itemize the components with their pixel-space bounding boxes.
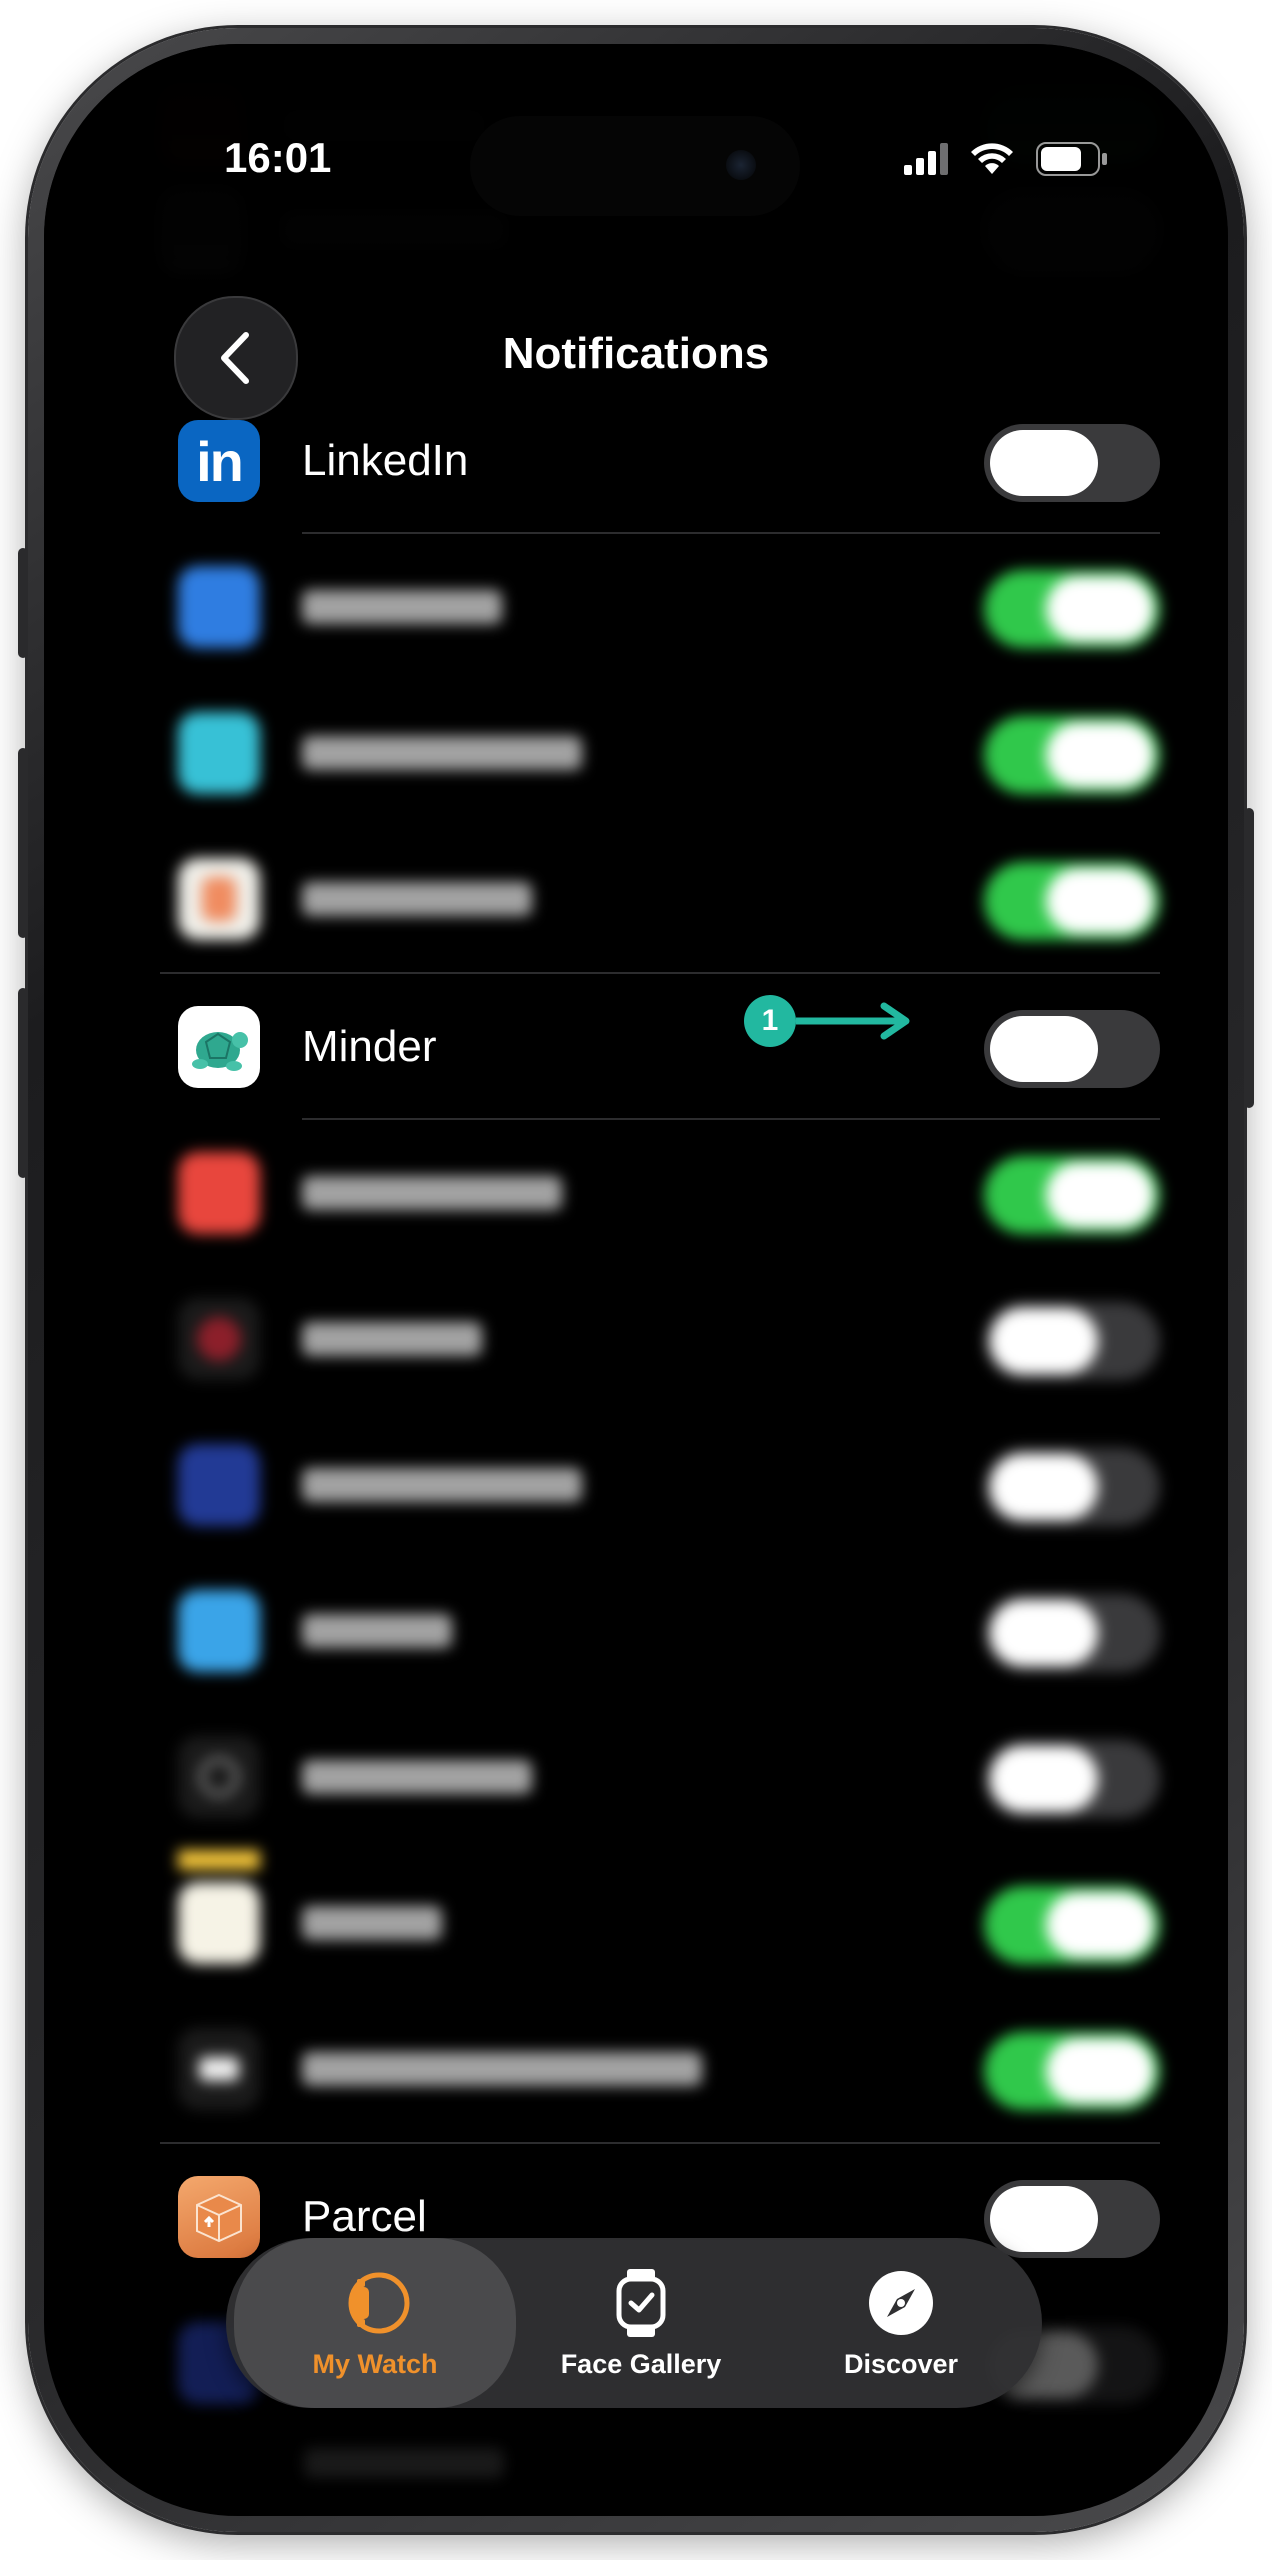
toggle-blurred-app[interactable] <box>984 1448 1160 1526</box>
arrow-right-icon <box>796 1002 910 1040</box>
toggle-knob <box>1046 576 1154 642</box>
app-row-linkedin: in LinkedIn <box>160 388 1160 534</box>
toggle-blurred-app[interactable] <box>984 2032 1160 2110</box>
app-icon <box>178 1590 260 1672</box>
blurred-app-name <box>302 1614 452 1648</box>
app-row-blurred <box>160 1850 1160 1996</box>
screen: 16:01 Notifications in LinkedIn Minder P… <box>44 44 1228 2516</box>
blurred-app-name <box>302 882 532 916</box>
cellular-signal-icon <box>904 143 948 175</box>
volume-up-button <box>18 748 28 938</box>
app-icon <box>178 1850 260 1964</box>
tab-label: Discover <box>843 2348 959 2379</box>
blurred-app-name <box>302 2052 702 2086</box>
annotation-number-badge: 1 <box>744 995 796 1047</box>
wifi-icon <box>971 143 1013 174</box>
battery-icon <box>1036 142 1107 176</box>
toggle-knob <box>990 430 1098 496</box>
tab-face-gallery[interactable]: Face Gallery <box>516 2238 766 2408</box>
blurred-app-name <box>302 1760 532 1794</box>
blurred-app-name <box>302 736 582 770</box>
toggle-blurred-app[interactable] <box>984 862 1160 940</box>
app-row-blurred <box>160 826 1160 972</box>
watch-face-icon <box>616 2268 666 2337</box>
linkedin-icon: in <box>178 420 260 502</box>
app-icon <box>178 1298 260 1380</box>
toggle-knob <box>990 1454 1098 1520</box>
app-icon <box>178 1152 260 1234</box>
toggle-minder[interactable] <box>984 1010 1160 1088</box>
app-row-blurred <box>160 1704 1160 1850</box>
status-icons <box>904 142 1108 176</box>
toggle-blurred-app[interactable] <box>984 1886 1160 1964</box>
toggle-knob <box>1046 868 1154 934</box>
turtle-icon <box>178 1006 260 1088</box>
tab-discover[interactable]: Discover <box>766 2238 1036 2408</box>
toggle-blurred-app[interactable] <box>984 1156 1160 1234</box>
blurred-app-name <box>302 590 502 624</box>
page-title: Notifications <box>502 329 770 378</box>
app-notification-list: in LinkedIn Minder Parcel <box>160 388 1160 2436</box>
toggle-knob <box>990 1600 1098 1666</box>
toggle-blurred-app[interactable] <box>984 570 1160 648</box>
dynamic-island <box>470 116 800 216</box>
app-row-blurred <box>160 1266 1160 1412</box>
scrolled-row-below-tabbar <box>304 2448 504 2478</box>
app-icon <box>178 2028 260 2110</box>
toggle-knob <box>1046 1162 1154 1228</box>
tab-label: My Watch <box>312 2348 438 2379</box>
toggle-blurred-app[interactable] <box>984 1740 1160 1818</box>
toggle-knob <box>1046 722 1154 788</box>
tab-label: Face Gallery <box>560 2348 722 2379</box>
blurred-app-name <box>302 1906 442 1940</box>
tab-bar: My Watch Face Gallery Discover <box>226 2238 1042 2408</box>
app-row-blurred <box>160 1996 1160 2142</box>
toggle-knob <box>990 1016 1098 1082</box>
app-icon <box>178 712 260 794</box>
toggle-blurred-app[interactable] <box>984 1594 1160 1672</box>
blurred-app-name <box>302 1322 482 1356</box>
toggle-knob <box>1046 2038 1154 2104</box>
app-icon <box>178 1736 260 1818</box>
toggle-linkedin[interactable] <box>984 424 1160 502</box>
app-icon <box>178 1444 260 1526</box>
app-row-blurred <box>160 1120 1160 1266</box>
toggle-blurred-app[interactable] <box>984 716 1160 794</box>
app-row-blurred <box>160 534 1160 680</box>
power-button <box>1244 808 1254 1108</box>
watch-icon <box>348 2272 410 2333</box>
tab-my-watch[interactable]: My Watch <box>234 2238 516 2408</box>
app-row-minder: Minder <box>160 972 1160 1120</box>
app-icon <box>178 566 260 648</box>
status-time: 16:01 <box>224 134 332 181</box>
toggle-knob <box>990 1746 1098 1812</box>
app-row-blurred <box>160 1412 1160 1558</box>
app-icon <box>178 858 260 940</box>
toggle-blurred-app[interactable] <box>984 1302 1160 1380</box>
toggle-knob <box>990 1308 1098 1374</box>
compass-icon <box>869 2270 933 2335</box>
action-button <box>18 548 28 658</box>
blurred-app-name <box>302 1468 582 1502</box>
annotation-callout: 1 <box>744 995 914 1047</box>
app-row-blurred <box>160 1558 1160 1704</box>
toggle-knob <box>1046 1892 1154 1958</box>
volume-down-button <box>18 988 28 1178</box>
app-row-blurred <box>160 680 1160 826</box>
parcel-box-icon <box>178 2176 260 2258</box>
blurred-app-name <box>302 1176 562 1210</box>
camera-icon <box>726 150 756 180</box>
